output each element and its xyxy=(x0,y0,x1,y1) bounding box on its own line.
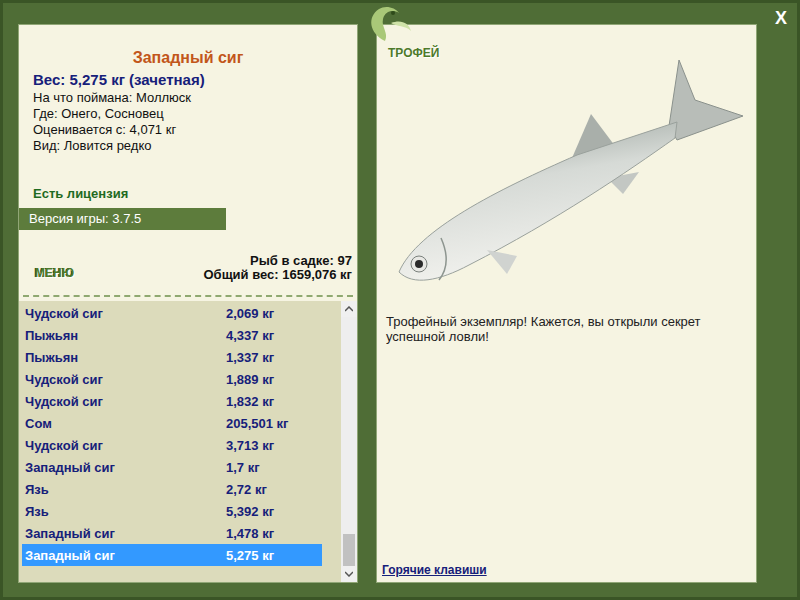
catch-name: Чудской сиг xyxy=(25,372,226,387)
fish-detail: На что поймана: Моллюск xyxy=(33,90,343,106)
catch-weight: 3,713 кг xyxy=(226,438,322,453)
catch-row[interactable]: Западный сиг1,478 кг xyxy=(22,522,322,544)
catch-row[interactable]: Пыжьян4,337 кг xyxy=(22,324,322,346)
catch-weight: 5,392 кг xyxy=(226,504,322,519)
catch-name: Западный сиг xyxy=(25,548,226,563)
catch-weight: 1,478 кг xyxy=(226,526,322,541)
catch-row[interactable]: Язь2,72 кг xyxy=(22,478,322,500)
catch-row[interactable]: Чудской сиг1,832 кг xyxy=(22,390,322,412)
chevron-down-icon xyxy=(345,571,353,577)
catch-rows: Чудской сиг2,069 кгПыжьян4,337 кгПыжьян1… xyxy=(19,301,341,582)
catch-name: Западный сиг xyxy=(25,460,226,475)
catch-name: Чудской сиг xyxy=(25,306,226,321)
fish-detail: Оценивается с: 4,071 кг xyxy=(33,122,343,138)
catch-row[interactable]: Западный сиг5,275 кг xyxy=(22,544,322,566)
fish-card-window: XЗападный сигВес: 5,275 кг (зачетная)На … xyxy=(0,0,800,600)
catch-weight: 4,337 кг xyxy=(226,328,322,343)
close-button[interactable]: X xyxy=(775,7,787,29)
stat-line: Общий вес: 1659,076 кг xyxy=(203,268,352,282)
fish-weight: Вес: 5,275 кг (зачетная) xyxy=(33,70,343,90)
catch-weight: 2,069 кг xyxy=(226,306,322,321)
trophy-label: ТРОФЕЙ xyxy=(377,25,756,60)
info-panel: Западный сигВес: 5,275 кг (зачетная)На ч… xyxy=(18,24,358,583)
stat-line: Рыб в садке: 97 xyxy=(203,254,352,268)
fish-detail: Вид: Ловится редко xyxy=(33,138,343,154)
scrollbar[interactable] xyxy=(341,301,357,582)
hotkeys-link[interactable]: Горячие клавиши xyxy=(377,563,756,582)
catch-list: Чудской сиг2,069 кгПыжьян4,337 кгПыжьян1… xyxy=(19,301,357,582)
catch-name: Пыжьян xyxy=(25,328,226,343)
fish-detail: Где: Онего, Сосновец xyxy=(33,106,343,122)
catch-name: Чудской сиг xyxy=(25,438,226,453)
catch-weight: 5,275 кг xyxy=(226,548,322,563)
catch-name: Язь xyxy=(25,504,226,519)
scroll-thumb[interactable] xyxy=(343,534,355,566)
version-bar: Версия игры: 3.7.5 xyxy=(19,208,226,230)
catch-name: Язь xyxy=(25,482,226,497)
catch-name: Западный сиг xyxy=(25,526,226,541)
trophy-panel: ТРОФЕЙ Трофейный экземпляр! Кажется, вы о… xyxy=(376,24,757,583)
catch-row[interactable]: Язь5,392 кг xyxy=(22,500,322,522)
license-label: Есть лицензия xyxy=(33,186,343,202)
scroll-down-button[interactable] xyxy=(341,566,357,582)
scroll-track[interactable] xyxy=(341,317,357,566)
catch-weight: 1,337 кг xyxy=(226,350,322,365)
menu-row: МЕНЮ Рыб в садке: 97Общий вес: 1659,076 к… xyxy=(19,254,357,282)
catch-row[interactable]: Сом205,501 кг xyxy=(22,412,322,434)
catch-weight: 2,72 кг xyxy=(226,482,322,497)
keepnet-stats: Рыб в садке: 97Общий вес: 1659,076 кг xyxy=(203,254,352,282)
catch-row[interactable]: Западный сиг1,7 кг xyxy=(22,456,322,478)
catch-name: Пыжьян xyxy=(25,350,226,365)
catch-weight: 1,832 кг xyxy=(226,394,322,409)
catch-name: Сом xyxy=(25,416,226,431)
catch-name: Чудской сиг xyxy=(25,394,226,409)
catch-weight: 1,889 кг xyxy=(226,372,322,387)
catch-row[interactable]: Чудской сиг2,069 кг xyxy=(22,302,322,324)
divider xyxy=(23,295,353,297)
trophy-message: Трофейный экземпляр! Кажется, вы открыли… xyxy=(377,314,756,344)
fish-title: Западный сиг xyxy=(33,48,343,68)
fish-icon xyxy=(377,60,756,300)
chevron-up-icon xyxy=(345,306,353,312)
catch-weight: 205,501 кг xyxy=(226,416,322,431)
catch-row[interactable]: Пыжьян1,337 кг xyxy=(22,346,322,368)
catch-row[interactable]: Чудской сиг1,889 кг xyxy=(22,368,322,390)
fish-info: Западный сигВес: 5,275 кг (зачетная)На ч… xyxy=(19,25,357,202)
logo-icon xyxy=(355,3,415,43)
menu-button[interactable]: МЕНЮ xyxy=(35,266,74,282)
scroll-up-button[interactable] xyxy=(341,301,357,317)
catch-row[interactable]: Чудской сиг3,713 кг xyxy=(22,434,322,456)
catch-weight: 1,7 кг xyxy=(226,460,322,475)
